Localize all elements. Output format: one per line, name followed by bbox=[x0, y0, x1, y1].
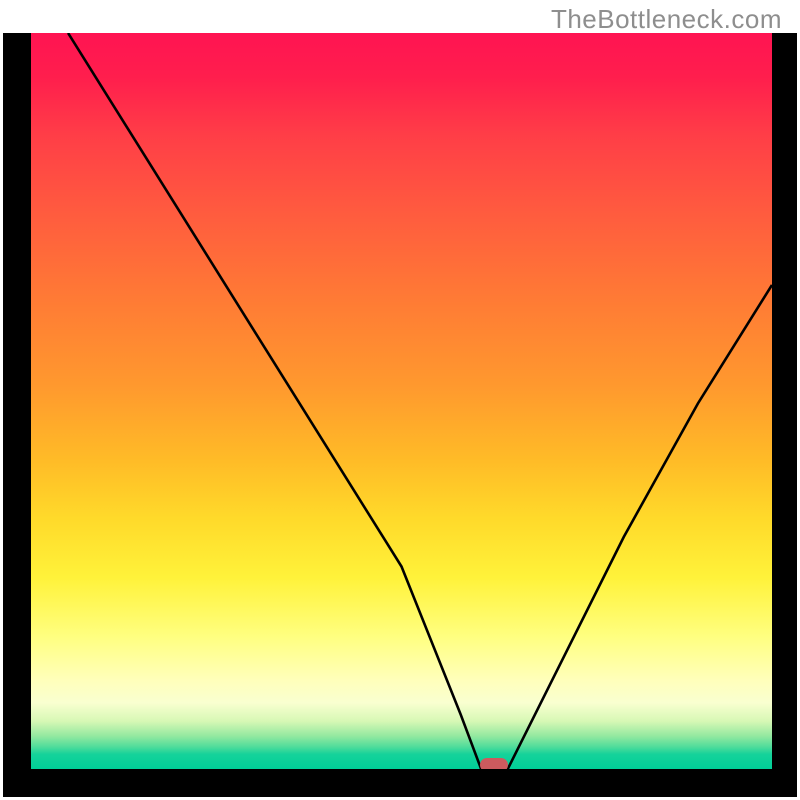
plot-area bbox=[31, 33, 772, 769]
optimal-point-marker bbox=[480, 758, 508, 769]
chart-frame: TheBottleneck.com bbox=[0, 0, 800, 800]
plot-border bbox=[3, 33, 797, 797]
bottleneck-curve bbox=[31, 33, 772, 769]
watermark-text: TheBottleneck.com bbox=[551, 4, 782, 35]
